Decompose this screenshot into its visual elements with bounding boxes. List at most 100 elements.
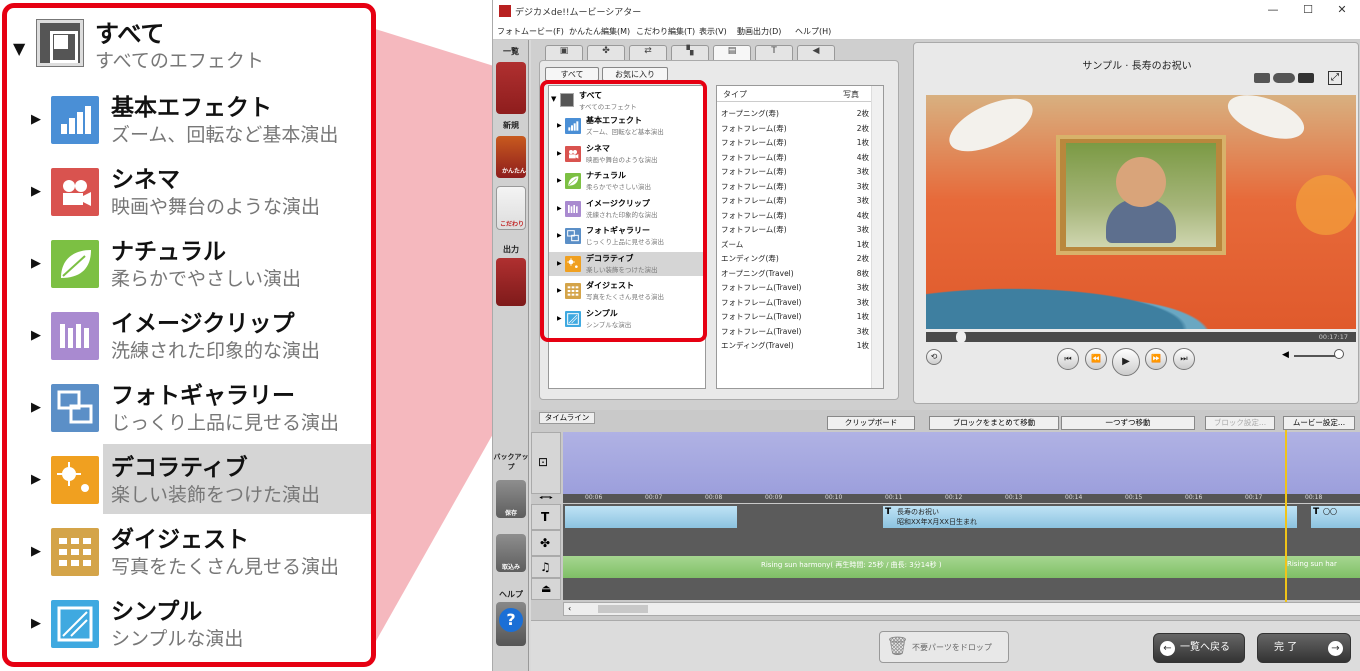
aspect-toggle[interactable] xyxy=(1273,73,1295,83)
expand-triangle-icon[interactable]: ▶ xyxy=(31,472,41,487)
done-button[interactable]: 完 了 → xyxy=(1257,633,1351,663)
output-button[interactable] xyxy=(496,258,526,306)
effect-list-row[interactable]: フォトフレーム(寿) 3枚 xyxy=(721,222,869,236)
effect-list-row[interactable]: オープニング(寿) 2枚 xyxy=(721,106,869,120)
column-type[interactable]: タイプ xyxy=(723,89,747,100)
zoom-category-item[interactable]: ▶ ナチュラル 柔らかでやさしい演出 xyxy=(7,228,371,298)
seek-bar[interactable]: 00:17:17 xyxy=(926,331,1356,343)
play-button[interactable]: ▶ xyxy=(1112,348,1140,376)
zoom-category-item[interactable]: ▶ 基本エフェクト ズーム、回転など基本演出 xyxy=(7,84,371,154)
effect-list-row[interactable]: フォトフレーム(寿) 3枚 xyxy=(721,193,869,207)
zoom-category-item[interactable]: ▶ シネマ 映画や舞台のような演出 xyxy=(7,156,371,226)
zoom-category-item[interactable]: ▶ ダイジェスト 写真をたくさん見せる演出 xyxy=(7,516,371,586)
subtab-all[interactable]: すべて xyxy=(545,67,599,81)
expand-triangle-icon[interactable]: ▶ xyxy=(31,184,41,199)
ruler-zoom-icon[interactable]: ◂══▸ xyxy=(531,494,561,503)
menu-view[interactable]: 表示(V) xyxy=(699,26,727,37)
menu-custom-edit[interactable]: こだわり編集(T) xyxy=(636,26,695,37)
rewind-button[interactable]: ⏪ xyxy=(1085,348,1107,370)
help-button[interactable]: ? xyxy=(496,602,526,646)
volume-slider[interactable] xyxy=(1294,355,1340,357)
zoom-category-item[interactable]: ▶ デコラティブ 楽しい装飾をつけた演出 xyxy=(31,444,371,514)
effect-list-row[interactable]: オープニング(Travel) 8枚 xyxy=(721,266,869,280)
transition-track-lane xyxy=(563,530,1360,556)
list-view-button[interactable] xyxy=(496,62,526,114)
effect-list-row[interactable]: エンディング(寿) 2枚 xyxy=(721,251,869,265)
expand-triangle-icon[interactable]: ▶ xyxy=(31,328,41,343)
easy-mode-button[interactable]: かんたん xyxy=(496,136,526,178)
back-to-list-button[interactable]: ← 一覧へ戻る xyxy=(1153,633,1245,663)
expand-triangle-icon[interactable]: ▶ xyxy=(31,616,41,631)
save-button[interactable]: 保存 xyxy=(496,480,526,518)
expand-triangle-icon[interactable]: ▼ xyxy=(13,39,25,58)
music-clip[interactable]: Rising sun harmony( 再生時間: 25秒 / 曲長: 3分14… xyxy=(563,556,1360,578)
timeline-tab[interactable]: タイムライン xyxy=(539,412,595,424)
scroll-left-icon[interactable]: ‹ xyxy=(568,604,571,613)
effect-list-row[interactable]: フォトフレーム(寿) 3枚 xyxy=(721,179,869,193)
menu-photomovie[interactable]: フォトムービー(F) xyxy=(497,26,564,37)
menu-video-output[interactable]: 動画出力(D) xyxy=(737,26,781,37)
tab-sound[interactable]: ◀ xyxy=(797,45,835,60)
playhead[interactable] xyxy=(1285,430,1287,602)
rotate-icon[interactable]: ⟲ xyxy=(926,349,942,365)
text-clip-main[interactable]: T 長寿のお祝い 昭和XX年X月XX日生まれ xyxy=(883,506,1297,528)
expand-triangle-icon[interactable]: ▶ xyxy=(31,400,41,415)
zoom-category-item[interactable]: ▶ イメージクリップ 洗練された印象的な演出 xyxy=(7,300,371,370)
close-icon[interactable]: ✕ xyxy=(1327,3,1357,16)
effect-list-row[interactable]: フォトフレーム(寿) 4枚 xyxy=(721,208,869,222)
menu-help[interactable]: ヘルプ(H) xyxy=(795,26,831,37)
zoom-root-all[interactable]: ▼ すべて すべてのエフェクト xyxy=(7,8,371,74)
effect-list-row[interactable]: フォトフレーム(Travel) 1枚 xyxy=(721,309,869,323)
effect-list-row[interactable]: エンディング(Travel) 1枚 xyxy=(721,338,869,352)
scroll-thumb[interactable] xyxy=(598,605,648,613)
tab-camera[interactable]: ▚ xyxy=(671,45,709,60)
maximize-icon[interactable]: ☐ xyxy=(1293,3,1323,16)
effect-list-row[interactable]: フォトフレーム(寿) 1枚 xyxy=(721,135,869,149)
minimize-icon[interactable]: — xyxy=(1258,3,1288,16)
effect-list-row[interactable]: ズーム 1枚 xyxy=(721,237,869,251)
transition-track-head: ✤ xyxy=(531,530,561,556)
list-scrollbar[interactable] xyxy=(871,86,883,388)
block-settings-button[interactable]: ブロック設定... xyxy=(1205,416,1275,430)
fullscreen-icon[interactable]: ⤢ xyxy=(1328,71,1342,85)
time-ruler[interactable]: 00:06 00:07 00:08 00:09 00:10 00:11 00:12 00:13… xyxy=(563,494,1360,503)
text-clip[interactable] xyxy=(565,506,737,528)
zoom-category-subtitle: ズーム、回転など基本演出 xyxy=(111,124,339,146)
aspect-16-9-icon[interactable] xyxy=(1298,73,1314,83)
expand-triangle-icon[interactable]: ▶ xyxy=(31,112,41,127)
tab-transition[interactable]: ✤ xyxy=(587,45,625,60)
skip-start-button[interactable]: ⏮ xyxy=(1057,348,1079,370)
aspect-4-3-icon[interactable] xyxy=(1254,73,1270,83)
expand-triangle-icon[interactable]: ▶ xyxy=(31,544,41,559)
skip-end-button[interactable]: ⏭ xyxy=(1173,348,1195,370)
timeline-hscrollbar[interactable]: ‹ xyxy=(563,602,1360,616)
import-button[interactable]: 取込み xyxy=(496,534,526,572)
movie-settings-button[interactable]: ムービー設定... xyxy=(1283,416,1355,430)
expand-triangle-icon[interactable]: ▶ xyxy=(31,256,41,271)
move-one-button[interactable]: 一つずつ移動 xyxy=(1061,416,1195,430)
effect-list-row[interactable]: フォトフレーム(Travel) 3枚 xyxy=(721,324,869,338)
tab-text[interactable]: T xyxy=(755,45,793,60)
tab-swap[interactable]: ⇄ xyxy=(629,45,667,60)
fast-forward-button[interactable]: ⏩ xyxy=(1145,348,1167,370)
effect-list-row[interactable]: フォトフレーム(寿) 3枚 xyxy=(721,164,869,178)
drop-trash-button[interactable]: 🗑 不要パーツをドロップ xyxy=(879,631,1009,663)
photo-track-lane[interactable] xyxy=(563,432,1360,494)
text-clip-end[interactable]: T 〇〇 xyxy=(1311,506,1360,528)
custom-mode-button[interactable]: こだわり xyxy=(496,186,526,230)
tab-effects[interactable]: ▤ xyxy=(713,45,751,60)
effect-list-row[interactable]: フォトフレーム(Travel) 3枚 xyxy=(721,295,869,309)
effect-list-row[interactable]: フォトフレーム(Travel) 3枚 xyxy=(721,280,869,294)
zoom-category-item[interactable]: ▶ フォトギャラリー じっくり上品に見せる演出 xyxy=(7,372,371,442)
zoom-category-item[interactable]: ▶ シンプル シンプルな演出 xyxy=(7,588,371,658)
menu-easy-edit[interactable]: かんたん編集(M) xyxy=(569,26,630,37)
tab-photo[interactable]: ▣ xyxy=(545,45,583,60)
effect-list-row[interactable]: フォトフレーム(寿) 4枚 xyxy=(721,150,869,164)
effect-list-row[interactable]: フォトフレーム(寿) 2枚 xyxy=(721,121,869,135)
seek-knob[interactable] xyxy=(956,331,966,343)
volume-knob[interactable] xyxy=(1334,349,1344,359)
subtab-favorites[interactable]: お気に入り xyxy=(602,67,668,81)
move-blocks-button[interactable]: ブロックをまとめて移動 xyxy=(929,416,1059,430)
column-count[interactable]: 写真 xyxy=(843,89,859,100)
clipboard-button[interactable]: クリップボード xyxy=(827,416,915,430)
